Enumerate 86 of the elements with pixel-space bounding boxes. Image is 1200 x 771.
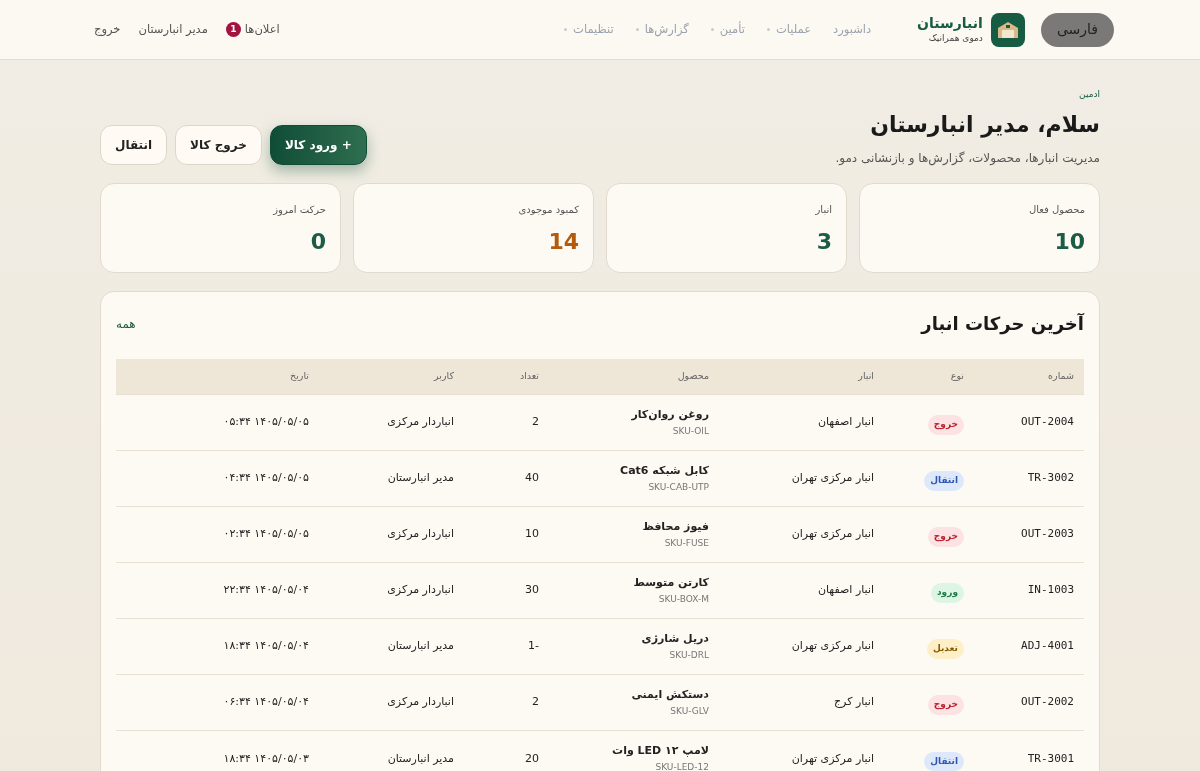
stat-label: حرکت امروز <box>273 202 326 217</box>
table-cell: 30 <box>454 562 539 619</box>
table-cell: انباردار مرکزی <box>309 506 454 563</box>
table-cell: 20 <box>454 730 539 771</box>
page-subtitle: مدیریت انبارها، محصولات، گزارش‌ها و بازنشانی دمو. <box>835 149 1100 167</box>
product-sku: SKU-BOX-M <box>657 593 709 605</box>
table-cell: انباردار مرکزی <box>309 394 454 451</box>
table-cell: انبار مرکزی تهران <box>709 506 874 563</box>
product-sku: SKU-LED-12 <box>654 762 709 771</box>
product-name: روغن روان‌کار <box>630 408 709 422</box>
table-cell: مدیر انبارستان <box>309 618 454 675</box>
movement-number: TR-3001 <box>964 730 1084 771</box>
movement-type-badge: ورود <box>931 583 964 603</box>
stat-label: محصول فعال <box>1029 202 1085 217</box>
product-name: لامپ LED ۱۲ وات <box>611 744 709 758</box>
brand-name: انبارستان <box>917 15 983 33</box>
table-cell: مدیر انبارستان <box>309 730 454 771</box>
stat-label: کمبود موجودی <box>518 202 579 217</box>
movement-number: IN-1003 <box>964 562 1084 619</box>
table-cell: 10 <box>454 506 539 563</box>
user-name: مدیر انبارستان <box>138 20 208 38</box>
section-title: آخرین حرکات انبار <box>921 312 1084 337</box>
table-cell: 2 <box>454 674 539 731</box>
product-name: کابل شبکه Cat6 <box>619 464 709 478</box>
table-cell: انبار اصفهان <box>709 394 874 451</box>
movement-type-badge: خروج <box>927 527 964 547</box>
table-cell: ۱۴۰۵/۰۵/۰۵ ۰۵:۳۴ <box>116 394 309 451</box>
product-sku: SKU-GLV <box>669 705 709 717</box>
product-sku: SKU-DRL <box>668 649 709 661</box>
movement-number: OUT-2002 <box>964 674 1084 731</box>
product-name: فیوز محافظ <box>641 520 709 534</box>
table-cell: ۱۴۰۵/۰۵/۰۳ ۱۸:۳۴ <box>116 730 309 771</box>
table-cell: انباردار مرکزی <box>309 674 454 731</box>
product-name: دستکش ایمنی <box>630 688 709 702</box>
movement-number: ADJ-4001 <box>964 618 1084 675</box>
page-title: سلام، مدیر انبارستان <box>869 110 1100 140</box>
movement-type-badge: خروج <box>927 415 964 435</box>
table-cell: انبار مرکزی تهران <box>709 618 874 675</box>
table-cell: ۱۴۰۵/۰۵/۰۴ ۱۸:۳۴ <box>116 618 309 675</box>
table-cell: انبار اصفهان <box>709 562 874 619</box>
column-header: تعداد <box>454 358 539 395</box>
product-name: کارتن متوسط <box>632 576 709 590</box>
movement-type-badge: تعدیل <box>926 639 964 659</box>
movement-number: OUT-2004 <box>964 394 1084 451</box>
movement-type-badge: خروج <box>927 695 964 715</box>
column-header: تاریخ <box>116 358 309 395</box>
action-button[interactable]: خروج کالا <box>175 124 262 165</box>
column-header: کاربر <box>309 358 454 395</box>
stat-value: 10 <box>1054 227 1085 256</box>
eyebrow-label: ادمین <box>1078 88 1100 101</box>
action-button[interactable]: انتقال <box>100 124 168 165</box>
product-sku: SKU-FUSE <box>663 537 709 549</box>
stat-label: انبار <box>815 202 832 217</box>
stat-value: 3 <box>816 227 832 256</box>
table-cell: 40 <box>454 450 539 507</box>
column-header: محصول <box>539 358 709 395</box>
table-cell: انباردار مرکزی <box>309 562 454 619</box>
column-header: نوع <box>874 358 964 395</box>
column-header: شماره <box>964 358 1084 395</box>
logout-link[interactable]: خروج <box>94 20 121 39</box>
table-cell: انبار مرکزی تهران <box>709 450 874 507</box>
column-header: انبار <box>709 358 874 395</box>
table-cell: -1 <box>454 618 539 675</box>
movement-number: TR-3002 <box>964 450 1084 507</box>
notification-count: 1 <box>225 22 241 37</box>
language-button[interactable]: فارسی <box>1040 12 1114 47</box>
table-cell: ۱۴۰۵/۰۵/۰۵ ۰۴:۳۴ <box>116 450 309 507</box>
product-sku: SKU-OIL <box>671 425 709 437</box>
stat-value: 0 <box>310 227 326 256</box>
movement-type-badge: انتقال <box>924 751 964 771</box>
product-sku: SKU-CAB-UTP <box>647 481 709 493</box>
table-cell: انبار کرج <box>709 674 874 731</box>
brand-subtitle: دموی همرانیک <box>927 32 983 44</box>
stat-value: 14 <box>548 227 579 256</box>
table-cell: ۱۴۰۵/۰۵/۰۴ ۲۲:۳۴ <box>116 562 309 619</box>
logo-icon <box>990 12 1025 47</box>
movement-type-badge: انتقال <box>924 471 964 491</box>
product-name: دریل شارژی <box>640 632 709 646</box>
action-button[interactable]: + ورود کالا <box>269 124 367 165</box>
view-all-link[interactable]: همه <box>116 314 136 333</box>
table-cell: مدیر انبارستان <box>309 450 454 507</box>
table-cell: انبار مرکزی تهران <box>709 730 874 771</box>
table-cell: ۱۴۰۵/۰۵/۰۵ ۰۲:۳۴ <box>116 506 309 563</box>
table-cell: 2 <box>454 394 539 451</box>
movement-number: OUT-2003 <box>964 506 1084 563</box>
table-cell: ۱۴۰۵/۰۵/۰۴ ۰۶:۳۴ <box>116 674 309 731</box>
